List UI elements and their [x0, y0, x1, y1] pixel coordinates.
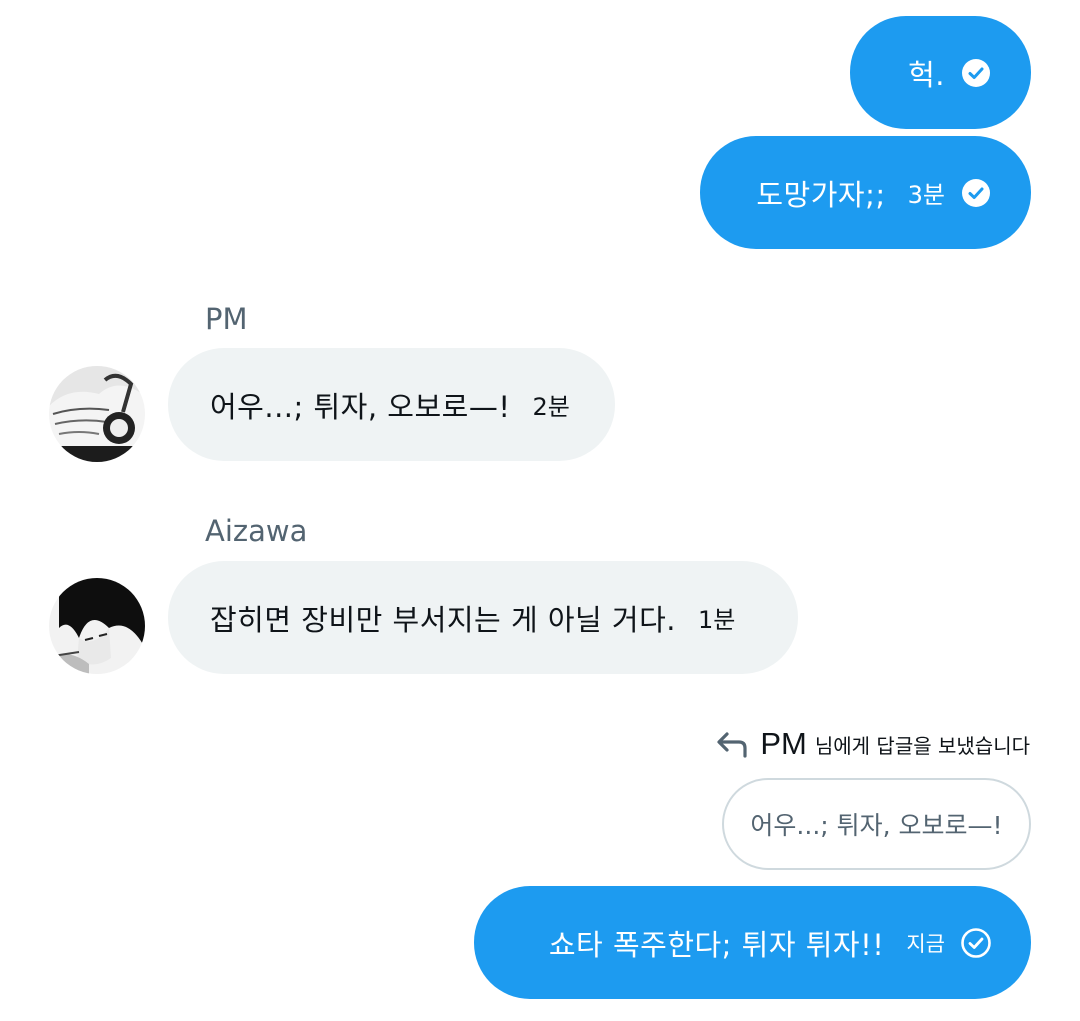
- avatar-aizawa[interactable]: [49, 578, 145, 674]
- check-outline-icon: [959, 926, 993, 960]
- message-timestamp: 1분: [698, 606, 736, 634]
- message-text: 도망가자;;: [756, 177, 886, 212]
- reply-note-text: 님에게 답글을 보냈습니다: [814, 733, 1030, 758]
- reply-recipient-name: PM: [760, 726, 807, 761]
- check-filled-icon: [959, 56, 993, 90]
- check-filled-icon: [959, 176, 993, 210]
- reply-arrow-icon: [714, 729, 748, 759]
- outgoing-message-bubble[interactable]: 쇼타 폭주한다; 튀자 튀자!! 지금: [474, 886, 1031, 999]
- message-text: 어우...; 튀자, 오보로—!: [210, 389, 511, 424]
- incoming-message-bubble[interactable]: 어우...; 튀자, 오보로—! 2분: [168, 348, 615, 461]
- outgoing-message-bubble[interactable]: 도망가자;; 3분: [700, 136, 1031, 249]
- message-text: 헉.: [908, 57, 945, 92]
- message-timestamp: 2분: [532, 393, 570, 421]
- message-timestamp: 3분: [907, 181, 945, 209]
- quoted-message-text: 어우...; 튀자, 오보로—!: [750, 811, 1003, 840]
- sender-name: Aizawa: [205, 514, 308, 548]
- message-timestamp: 지금: [906, 931, 945, 956]
- sender-name: PM: [205, 302, 248, 336]
- outgoing-message-bubble[interactable]: 헉.: [850, 16, 1031, 129]
- message-text: 잡히면 장비만 부서지는 게 아닐 거다.: [210, 602, 677, 637]
- avatar-pm[interactable]: [49, 366, 145, 462]
- incoming-message-bubble[interactable]: 잡히면 장비만 부서지는 게 아닐 거다. 1분: [168, 561, 798, 674]
- message-text: 쇼타 폭주한다; 튀자 튀자!!: [548, 927, 885, 962]
- reply-context: PM 님에게 답글을 보냈습니다: [714, 726, 1030, 762]
- quoted-message[interactable]: 어우...; 튀자, 오보로—!: [722, 778, 1031, 870]
